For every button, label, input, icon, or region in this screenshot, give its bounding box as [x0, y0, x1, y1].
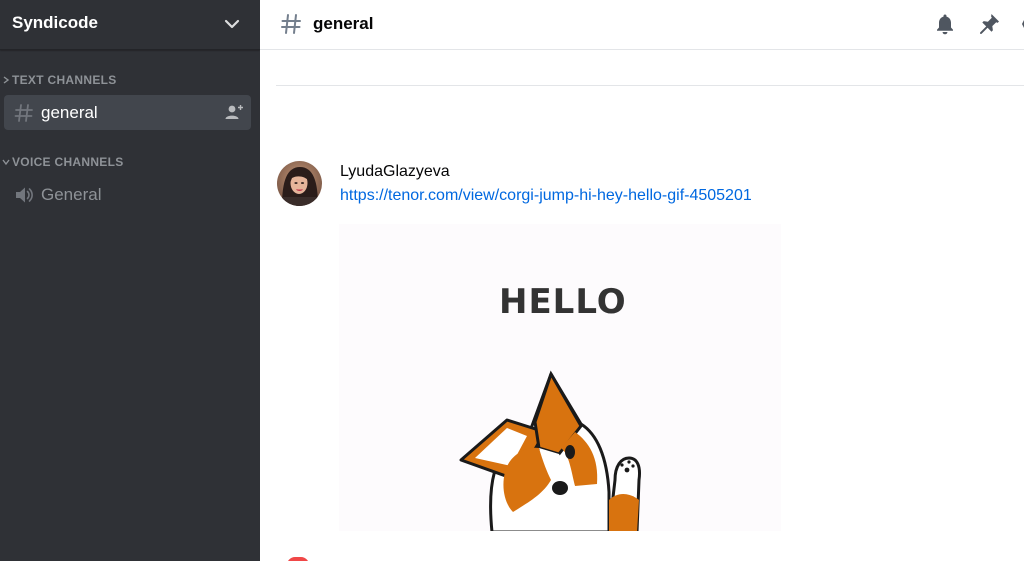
category-text-channels[interactable]: TEXT CHANNELS: [0, 72, 260, 90]
avatar-image: [277, 161, 322, 206]
channel-sidebar: Syndicode TEXT CHANNELS general VOICE CH…: [0, 0, 260, 561]
speaker-icon: [16, 187, 33, 203]
avatar[interactable]: [277, 161, 322, 206]
members-icon[interactable]: [1018, 12, 1024, 36]
message-author[interactable]: LyudaGlazyeva: [340, 162, 450, 182]
hash-icon: [281, 14, 301, 34]
pin-icon[interactable]: [977, 12, 1001, 36]
channel-label: general: [41, 103, 98, 122]
chevron-down-icon[interactable]: [223, 15, 241, 33]
chevron-down-icon: [2, 159, 10, 166]
category-voice-channels[interactable]: VOICE CHANNELS: [0, 154, 260, 172]
next-message-avatar: [287, 557, 309, 561]
category-label: VOICE CHANNELS: [12, 155, 124, 169]
channel-label: General: [41, 185, 102, 204]
bell-icon[interactable]: [933, 12, 957, 36]
gif-hello-text: HELLO: [499, 282, 627, 322]
server-name: Syndicode: [12, 13, 98, 32]
message-link[interactable]: https://tenor.com/view/corgi-jump-hi-hey…: [340, 186, 752, 206]
chat-main: general LyudaGlazyeva https://tenor.com/…: [260, 0, 1024, 561]
category-label: TEXT CHANNELS: [12, 73, 117, 87]
invite-icon[interactable]: [224, 103, 244, 121]
hash-icon: [14, 104, 33, 122]
chevron-right-icon: [3, 76, 10, 84]
message-divider: [276, 85, 1024, 86]
channel-title: general: [313, 14, 374, 33]
gif-embed[interactable]: HELLO: [339, 224, 781, 531]
channel-header: general: [260, 0, 1024, 50]
voice-channel-general[interactable]: General: [4, 177, 251, 212]
corgi-illustration: [459, 370, 641, 531]
channel-item-general[interactable]: general: [4, 95, 251, 130]
discord-app: Syndicode TEXT CHANNELS general VOICE CH…: [0, 0, 1024, 561]
server-header[interactable]: Syndicode: [0, 0, 260, 50]
